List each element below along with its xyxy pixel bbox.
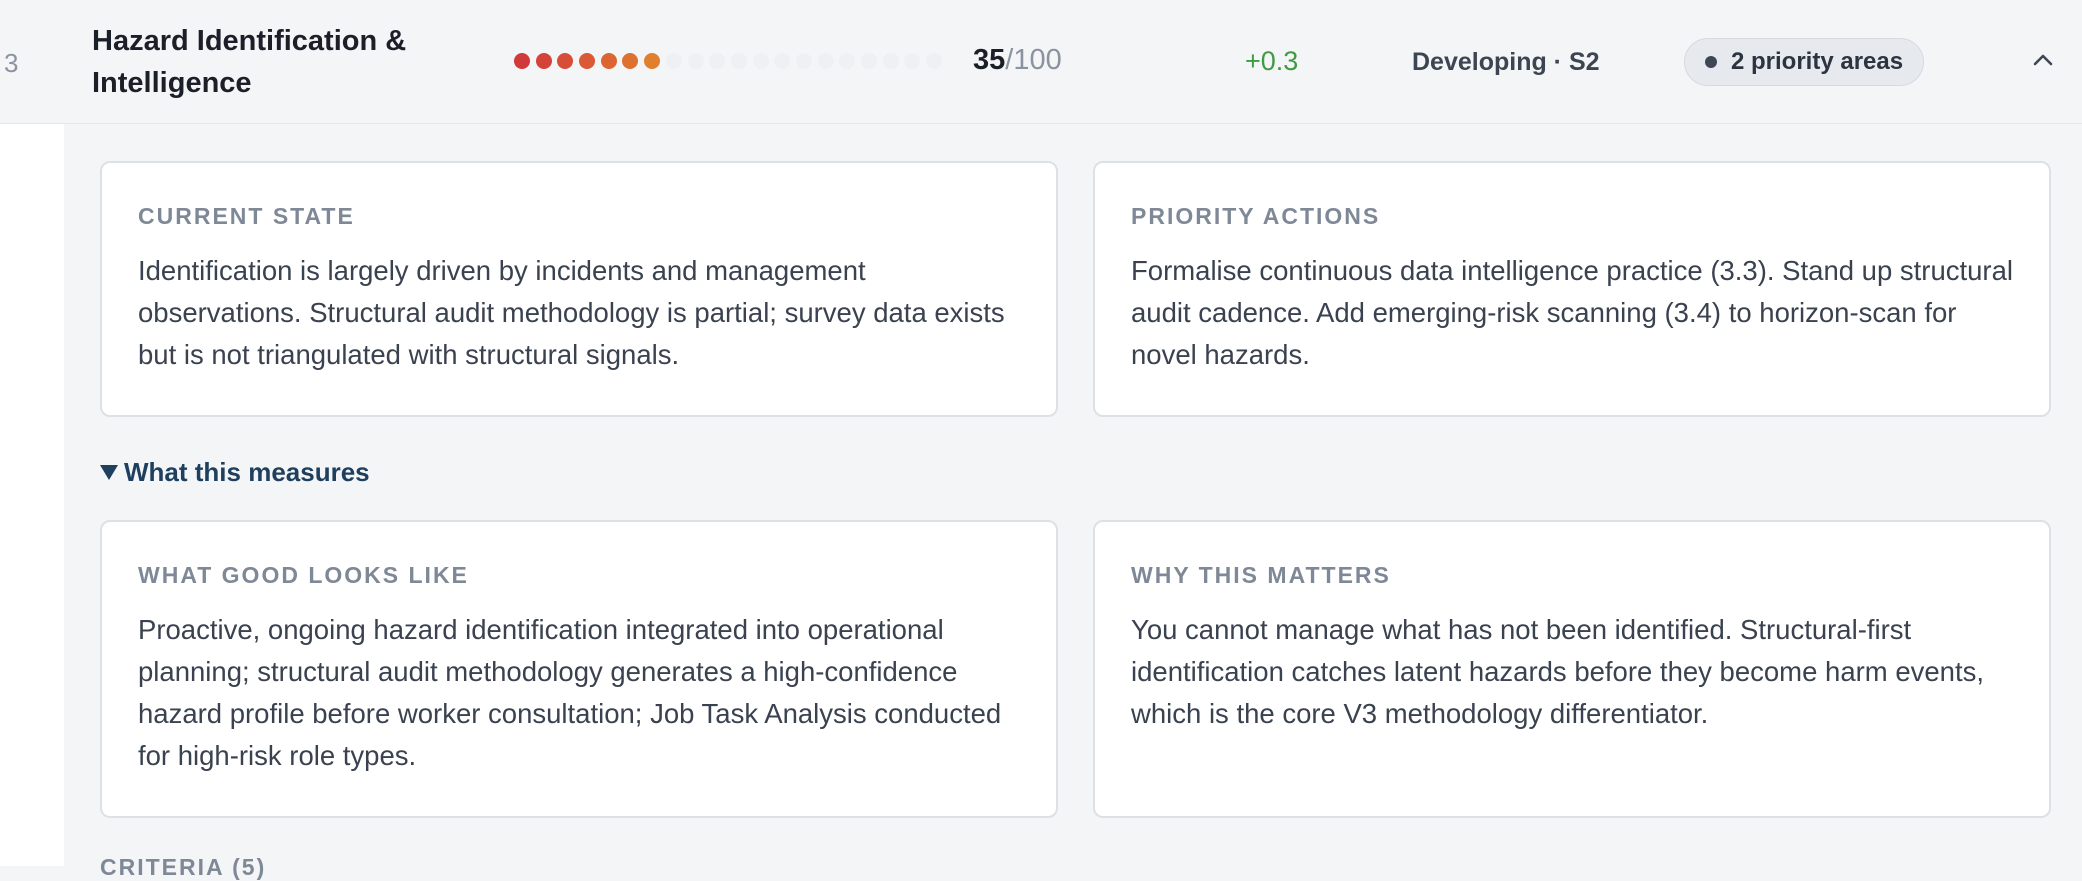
maturity-stage: Developing · S2 [1412,48,1600,76]
why-this-matters-card: WHY THIS MATTERS You cannot manage what … [1093,520,2051,818]
score-dot-empty [665,53,682,69]
current-state-text: Identification is largely driven by inci… [138,255,1005,370]
detail-gutter [0,124,64,866]
why-matters-heading: WHY THIS MATTERS [1131,562,1391,588]
current-state-heading: CURRENT STATE [138,203,355,229]
score-dot-empty [926,53,943,69]
priority-areas-label: 2 priority areas [1731,48,1904,75]
score: 35/100 [973,44,1062,77]
why-matters-text: You cannot manage what has not been iden… [1131,614,1984,729]
score-dot-empty [795,53,812,69]
priority-actions-text: Formalise continuous data intelligence p… [1131,255,2013,370]
score-dot-filled [514,53,530,69]
score-dot-empty [861,53,877,69]
row-detail-panel: CURRENT STATE Identification is largely … [0,124,2082,880]
score-dot-filled [600,53,617,69]
priority-actions-heading: PRIORITY ACTIONS [1131,203,1381,229]
score-dot-filled [579,53,596,69]
score-dot-empty [839,53,856,69]
score-delta: +0.3 [1245,46,1299,76]
score-dot-meter [514,53,948,69]
priority-actions-card: PRIORITY ACTIONS Formalise continuous da… [1093,161,2051,417]
dot-icon [1705,56,1717,68]
scorecard-row[interactable]: 3 Hazard Identification & Intelligence 3… [0,0,2082,124]
score-dot-filled [644,53,661,69]
score-dot-filled [557,53,574,69]
score-dot-filled [535,53,552,69]
score-dot-empty [752,53,769,69]
priority-areas-badge[interactable]: 2 priority areas [1684,38,1925,86]
what-good-looks-like-card: WHAT GOOD LOOKS LIKE Proactive, ongoing … [100,520,1058,818]
criteria-heading: CRITERIA (5) [100,854,267,880]
what-this-measures-label: What this measures [124,457,370,487]
score-dot-empty [709,53,726,69]
score-dot-empty [882,53,899,69]
score-value: 35 [973,44,1006,76]
score-dot-empty [817,53,834,69]
what-good-text: Proactive, ongoing hazard identification… [138,614,1002,771]
what-good-heading: WHAT GOOD LOOKS LIKE [138,562,469,588]
score-dot-empty [904,53,921,69]
score-dot-empty [730,53,747,69]
chevron-up-icon[interactable] [2028,45,2058,75]
score-dot-empty [774,53,791,69]
score-max: /100 [1005,44,1062,76]
row-title: Hazard Identification & Intelligence [92,25,407,99]
triangle-down-icon [100,465,118,480]
score-dot-empty [687,53,704,69]
row-index: 3 [4,48,19,78]
what-this-measures-toggle[interactable]: What this measures [100,457,370,488]
current-state-card: CURRENT STATE Identification is largely … [100,161,1058,417]
score-dot-filled [622,53,639,69]
